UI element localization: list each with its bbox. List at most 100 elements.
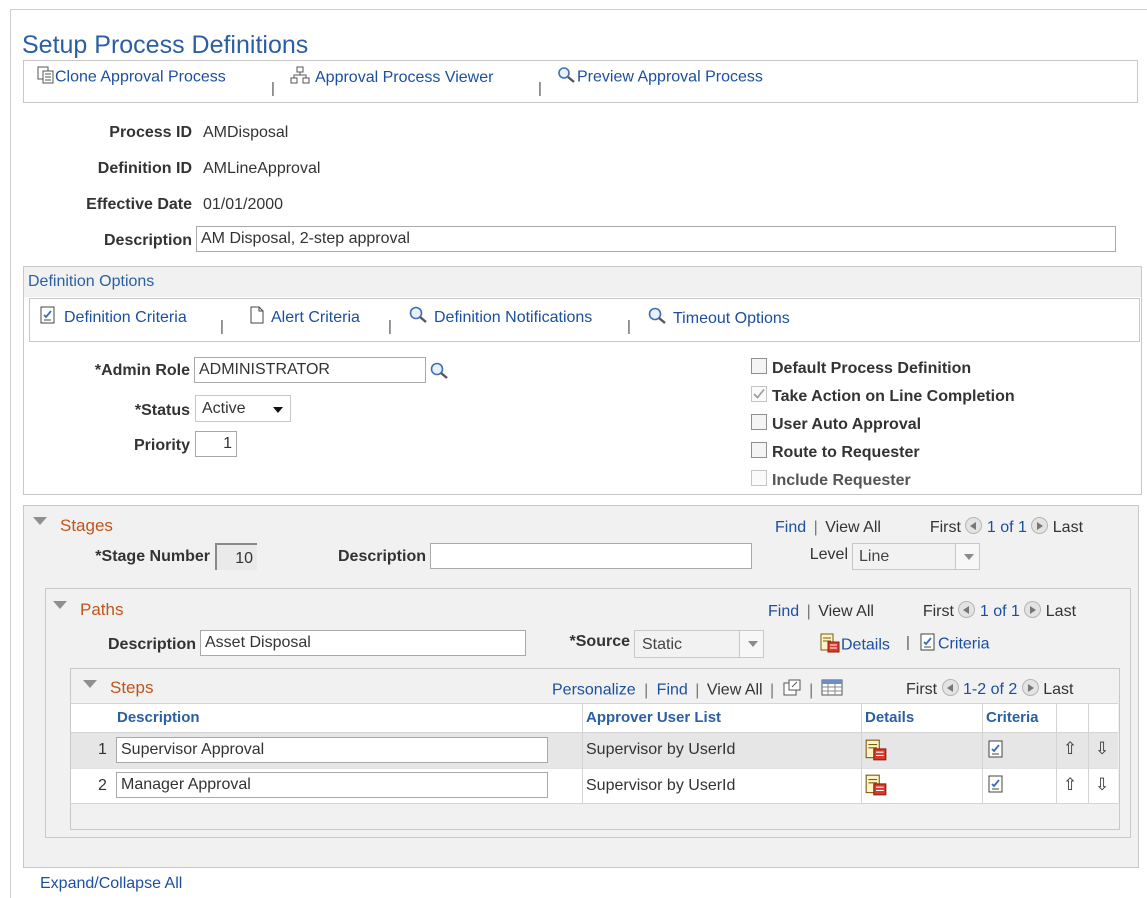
step-criteria-button[interactable] [986, 738, 1006, 765]
nav-separator: | [695, 681, 700, 699]
description-label: Description [103, 232, 192, 249]
check-icon [753, 388, 765, 399]
paths-view-all-link[interactable]: View All [818, 603, 874, 620]
stages-view-all-link[interactable]: View All [825, 519, 881, 536]
path-details-link[interactable]: Details [819, 632, 890, 659]
status-select-value: Active [202, 400, 246, 417]
expand-collapse-all-link[interactable]: Expand/Collapse All [40, 875, 182, 893]
definition-criteria-link[interactable]: Definition Criteria [38, 305, 187, 330]
description-input[interactable]: AM Disposal, 2-step approval [196, 226, 1116, 252]
default-process-label: Default Process Definition [772, 360, 972, 377]
level-select[interactable]: Line [852, 543, 980, 570]
collapse-triangle-icon[interactable] [83, 680, 97, 688]
alert-criteria-link[interactable]: Alert Criteria [247, 305, 360, 330]
approval-process-viewer-link[interactable]: Approval Process Viewer [290, 66, 493, 89]
stage-number-label: *Stage Number [95, 548, 210, 565]
source-select[interactable]: Static [634, 630, 764, 658]
column-header-description: Description [117, 709, 200, 726]
next-icon[interactable] [1021, 679, 1039, 696]
path-criteria-label: Criteria [938, 635, 990, 653]
priority-input[interactable]: 1 [195, 431, 237, 457]
path-criteria-link[interactable]: Criteria [918, 632, 990, 657]
alert-criteria-label: Alert Criteria [271, 308, 360, 326]
admin-role-label: *Admin Role [94, 362, 190, 379]
steps-view-all-link[interactable]: View All [707, 682, 763, 699]
options-separator: | [220, 318, 224, 335]
step-description-input[interactable]: Supervisor Approval [116, 737, 548, 763]
path-description-input[interactable]: Asset Disposal [200, 630, 526, 656]
up-arrow-icon[interactable]: ⇧ [1063, 739, 1077, 759]
column-header-approver: Approver User List [586, 709, 722, 726]
next-icon[interactable] [1031, 517, 1049, 534]
preview-approval-process-link[interactable]: Preview Approval Process [557, 66, 763, 89]
timeout-options-link[interactable]: Timeout Options [647, 306, 790, 331]
chevron-down-icon [955, 544, 979, 569]
spreadsheet-icon[interactable] [821, 679, 843, 702]
down-arrow-icon[interactable]: ⇩ [1095, 775, 1109, 795]
definition-criteria-label: Definition Criteria [64, 308, 187, 326]
magnifier-icon [647, 306, 669, 331]
path-description-label: Description [107, 636, 196, 653]
options-separator: | [627, 318, 631, 335]
process-id-value: AMDisposal [203, 124, 289, 141]
magnifier-icon [557, 66, 577, 89]
paths-title: Paths [80, 600, 124, 619]
steps-find-link[interactable]: Find [657, 682, 688, 699]
take-action-checkbox[interactable] [751, 386, 767, 402]
effective-date-label: Effective Date [86, 196, 192, 213]
collapse-triangle-icon[interactable] [33, 517, 47, 525]
user-auto-approval-label: User Auto Approval [772, 416, 922, 433]
step-details-button[interactable] [864, 773, 888, 802]
clone-icon [37, 66, 55, 89]
column-divider [582, 703, 583, 803]
source-label: *Source [569, 633, 630, 650]
status-select[interactable]: Active [195, 395, 291, 422]
stages-first-label: First [929, 519, 961, 536]
paths-last-label: Last [1045, 603, 1077, 620]
route-to-requester-checkbox[interactable] [751, 442, 767, 458]
up-arrow-icon[interactable]: ⇧ [1063, 775, 1077, 795]
preview-approval-process-label: Preview Approval Process [577, 68, 763, 86]
definition-notifications-label: Definition Notifications [434, 308, 593, 326]
new-window-icon[interactable] [782, 679, 802, 702]
step-approver: Supervisor by UserId [586, 741, 736, 758]
step-description-input[interactable]: Manager Approval [116, 772, 548, 798]
magnifier-icon [408, 305, 430, 330]
toolbar-separator: | [538, 80, 542, 97]
page-frame-top [10, 9, 1147, 10]
stage-number-field[interactable]: 10 [215, 543, 257, 570]
step-details-button[interactable] [864, 738, 888, 767]
stages-find-link[interactable]: Find [775, 519, 806, 536]
clone-approval-process-link[interactable]: Clone Approval Process [37, 66, 226, 89]
nav-separator: | [813, 519, 818, 536]
include-requester-label: Include Requester [772, 472, 911, 489]
admin-role-input[interactable]: ADMINISTRATOR [194, 357, 426, 383]
default-process-checkbox[interactable] [751, 358, 767, 374]
column-header-details: Details [865, 709, 915, 726]
step-approver: Supervisor by UserId [586, 777, 736, 794]
options-separator: | [388, 318, 392, 335]
chevron-down-icon [273, 407, 283, 413]
down-arrow-icon[interactable]: ⇩ [1095, 739, 1109, 759]
details-icon [864, 738, 888, 767]
column-divider [1088, 703, 1089, 803]
previous-icon[interactable] [941, 679, 959, 696]
previous-icon[interactable] [965, 517, 983, 534]
criteria-doc-icon [986, 738, 1006, 765]
previous-icon[interactable] [958, 601, 976, 618]
steps-first-label: First [906, 681, 938, 698]
steps-last-label: Last [1043, 681, 1074, 698]
step-criteria-button[interactable] [986, 773, 1006, 800]
definition-id-value: AMLineApproval [203, 160, 321, 177]
stage-description-input[interactable] [430, 543, 752, 569]
admin-role-lookup-button[interactable] [429, 361, 451, 386]
user-auto-approval-checkbox[interactable] [751, 414, 767, 430]
include-requester-checkbox[interactable] [751, 470, 767, 486]
next-icon[interactable] [1024, 601, 1042, 618]
collapse-triangle-icon[interactable] [53, 601, 67, 609]
criteria-doc-icon [38, 305, 58, 330]
steps-personalize-link[interactable]: Personalize [552, 682, 636, 699]
definition-notifications-link[interactable]: Definition Notifications [408, 305, 592, 330]
paths-find-link[interactable]: Find [768, 603, 799, 620]
nav-separator: | [770, 681, 775, 699]
